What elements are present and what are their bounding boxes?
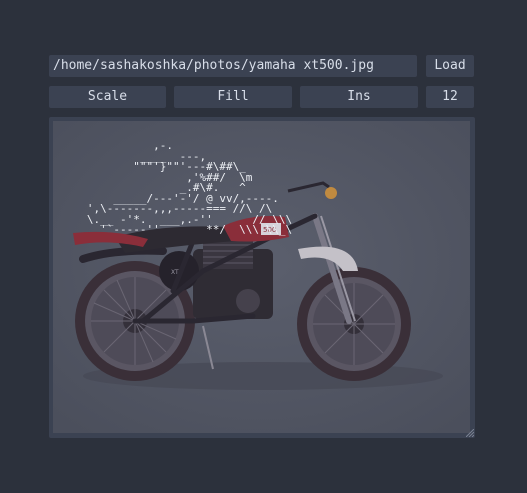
- front-wheel: [297, 267, 411, 381]
- ascii-art-overlay: ,-. ____ ---, """'}""'---#\##\_ ,'%##/ \…: [86, 139, 293, 236]
- motorcycle-photo: XT 500 ,-. ____ ---, """'}""'---#\##\_ ,…: [53, 121, 470, 433]
- fill-button[interactable]: Fill: [174, 86, 292, 108]
- size-value-field[interactable]: 12: [426, 86, 474, 108]
- image-viewer: XT 500 ,-. ____ ---, """'}""'---#\##\_ ,…: [49, 117, 475, 438]
- file-path-input[interactable]: [49, 55, 417, 77]
- ins-button[interactable]: Ins: [300, 86, 418, 108]
- resize-grip-icon[interactable]: [466, 429, 474, 437]
- load-button[interactable]: Load: [426, 55, 474, 77]
- scale-button[interactable]: Scale: [49, 86, 166, 108]
